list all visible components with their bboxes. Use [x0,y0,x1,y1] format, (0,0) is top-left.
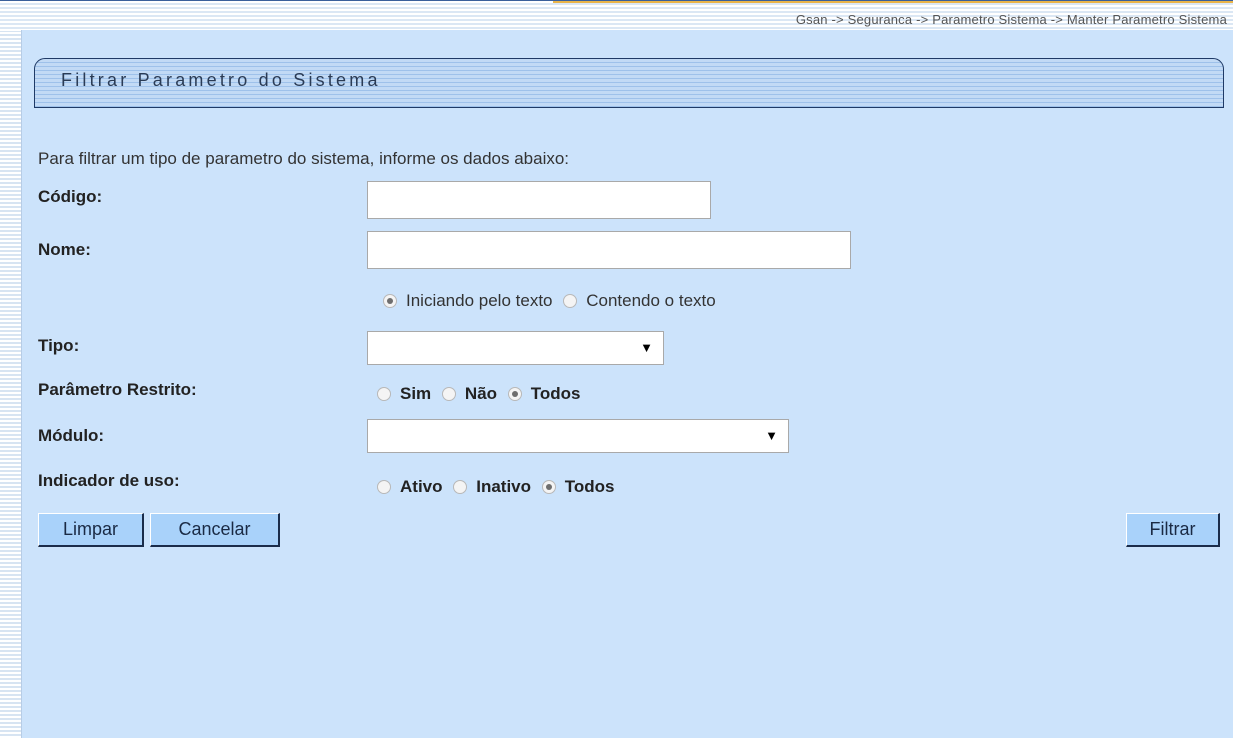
filter-panel: Filtrar Parametro do Sistema Para filtra… [21,30,1233,738]
radio-iniciando-label: Iniciando pelo texto [406,291,553,310]
radio-iniciando-button[interactable] [383,294,397,308]
radio-uso-todos[interactable]: Todos [541,477,615,497]
radio-inativo[interactable]: Inativo [453,477,531,497]
page: Gsan -> Seguranca -> Parametro Sistema -… [0,0,1233,738]
radio-nao-label: Não [464,384,498,403]
radio-ativo-label: Ativo [400,477,443,496]
modulo-label: Módulo: [38,426,105,445]
filtrar-button[interactable]: Filtrar [1126,513,1220,547]
radio-contendo-button[interactable] [563,294,578,308]
limpar-button[interactable]: Limpar [38,513,144,547]
nome-match-radio-group: Iniciando pelo texto Contendo o texto [383,291,722,313]
radio-contendo-label: Contendo o texto [586,291,716,310]
cancelar-button[interactable]: Cancelar [150,513,280,547]
intro-text: Para filtrar um tipo de parametro do sis… [38,149,570,168]
left-decorative-strip [0,0,21,738]
radio-sim-button[interactable] [377,387,391,401]
radio-iniciando[interactable]: Iniciando pelo texto [383,291,553,311]
modulo-select[interactable]: ▼ [367,419,789,453]
indicador-uso-radio-group: Ativo Inativo Todos [377,477,621,499]
radio-inativo-label: Inativo [476,477,532,496]
radio-ativo[interactable]: Ativo [377,477,443,497]
section-title: Filtrar Parametro do Sistema [61,70,381,90]
radio-restrito-todos-label: Todos [530,384,581,403]
nome-label: Nome: [38,240,91,259]
chevron-down-icon: ▼ [640,340,653,355]
radio-nao-button[interactable] [441,387,456,401]
radio-sim[interactable]: Sim [377,384,431,404]
codigo-input[interactable] [367,181,711,219]
section-title-bar: Filtrar Parametro do Sistema [34,58,1224,108]
parametro-restrito-radio-group: Sim Não Todos [377,384,587,406]
nome-input[interactable] [367,231,851,269]
tipo-label: Tipo: [38,336,80,355]
tipo-select[interactable]: ▼ [367,331,664,365]
radio-ativo-button[interactable] [377,480,391,494]
radio-inativo-button[interactable] [453,480,468,494]
radio-nao[interactable]: Não [441,384,498,404]
radio-restrito-todos-button[interactable] [507,387,522,401]
parametro-restrito-label: Parâmetro Restrito: [38,380,197,399]
breadcrumb-bar: Gsan -> Seguranca -> Parametro Sistema -… [0,0,1233,31]
chevron-down-icon: ▼ [765,428,778,443]
radio-uso-todos-label: Todos [564,477,615,496]
breadcrumb: Gsan -> Seguranca -> Parametro Sistema -… [795,12,1227,27]
radio-sim-label: Sim [400,384,432,403]
radio-uso-todos-button[interactable] [541,480,556,494]
codigo-label: Código: [38,187,103,206]
radio-contendo[interactable]: Contendo o texto [563,291,716,311]
indicador-uso-label: Indicador de uso: [38,471,180,490]
radio-restrito-todos[interactable]: Todos [507,384,581,404]
